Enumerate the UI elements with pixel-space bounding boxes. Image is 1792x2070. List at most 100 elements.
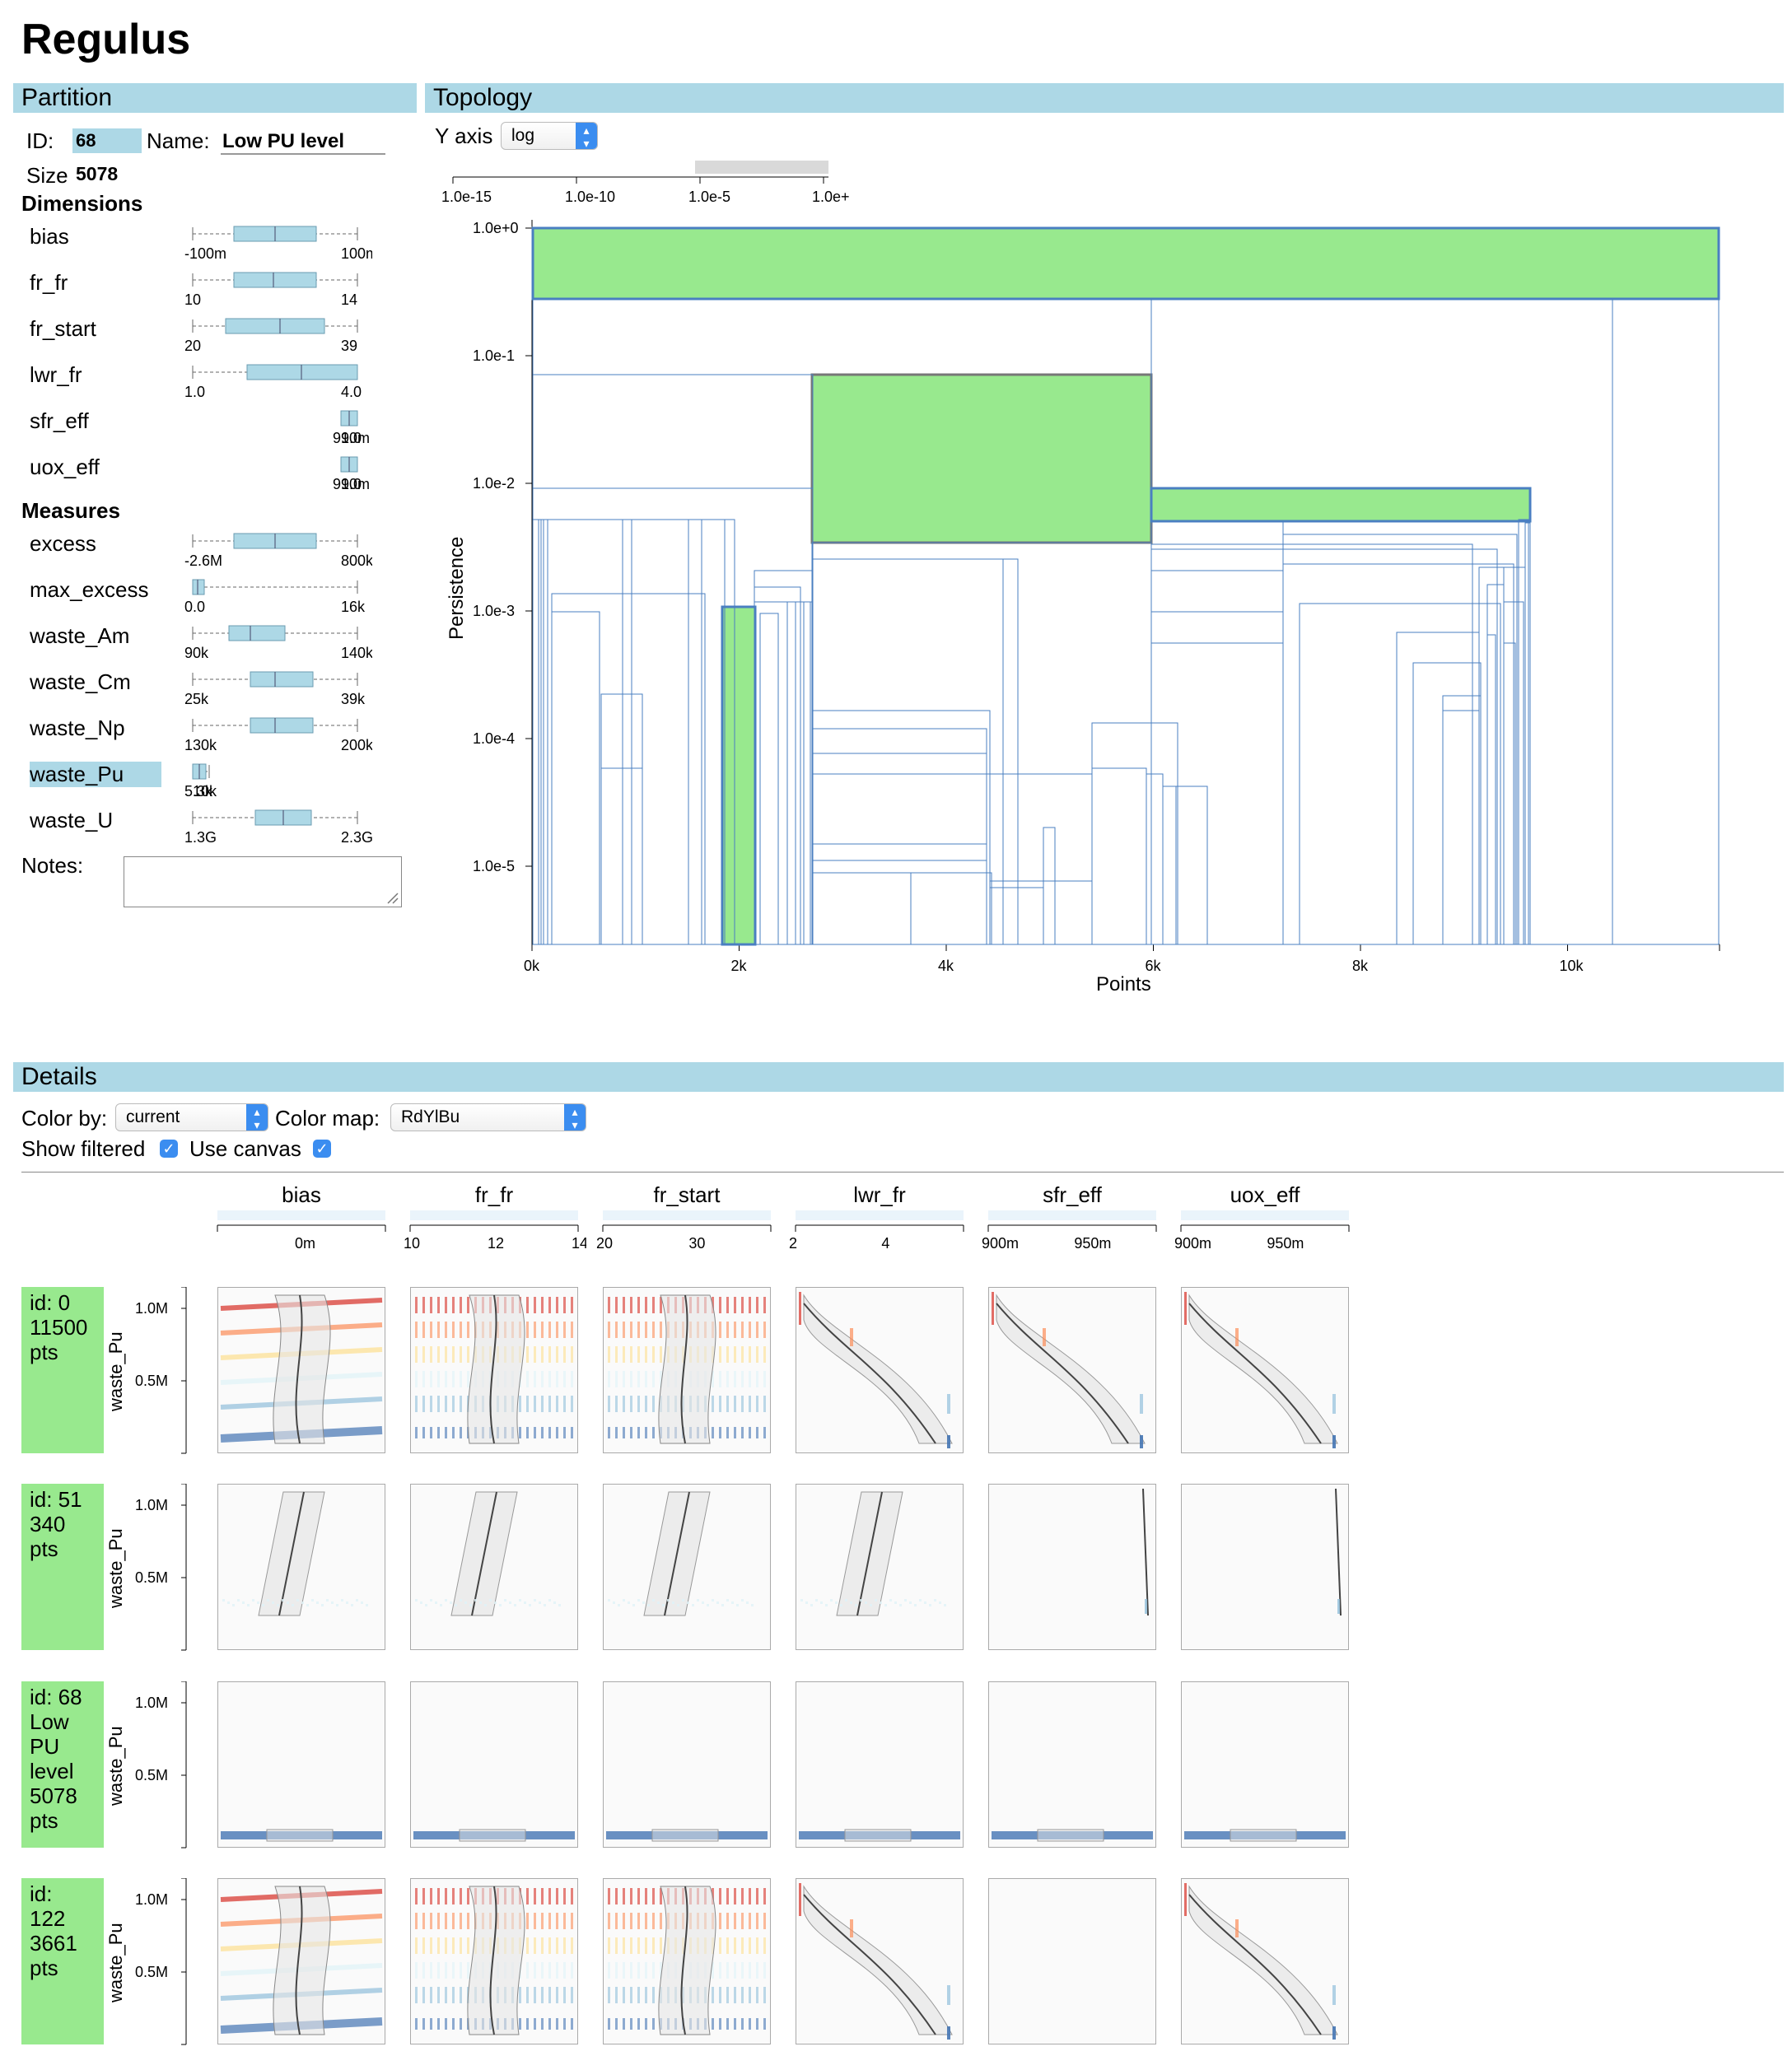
scatter-plot[interactable] [603,1287,771,1453]
color-map-select[interactable]: RdYlBu ▴ ▾ [390,1103,586,1131]
column-header-uox_eff[interactable]: uox_eff [1181,1182,1349,1208]
partition-node [1150,642,1284,945]
range-min-label: 25k [184,691,209,707]
scatter-plot[interactable] [796,1878,964,2044]
scatter-plot[interactable] [988,1287,1156,1453]
name-field[interactable]: Low PU level [221,128,385,155]
partition-row-label-line: Low [30,1709,69,1734]
scatter-plot[interactable] [410,1878,578,2044]
select-arrows-icon: ▴ ▾ [564,1104,586,1131]
partition-row-label[interactable]: id: 68 Low PU level 5078 pts [21,1681,104,1848]
scatter-plot[interactable] [1181,1878,1349,2044]
partition-node [1091,767,1147,945]
scatter-plot[interactable] [410,1681,578,1848]
partition-node [759,613,779,945]
partition-node [532,374,814,945]
partition-node [1282,534,1518,945]
notes-textarea[interactable] [124,856,402,907]
x-tick-label: 8k [1352,958,1369,974]
partition-node [600,693,643,945]
row-y-tick-label: 0.5M [135,1964,168,1980]
partition-node [1175,786,1208,945]
row-y-tick-label: 1.0M [135,1497,168,1513]
scatter-plot[interactable] [217,1287,385,1453]
partition-node [1146,773,1164,945]
scatter-plot[interactable] [796,1287,964,1453]
partition-row-label[interactable]: id: 0 11500 pts [21,1287,104,1453]
boxplot-waste_Am: 90k 140k [184,625,372,661]
partition-row-label[interactable]: id: 51 340 pts [21,1484,104,1650]
notes-label: Notes: [21,853,84,878]
partition-node [1150,611,1284,945]
y-tick-label: 1.0e-3 [473,603,515,619]
range-min-label: 10 [184,291,201,308]
y-axis-select-value: log [511,126,535,145]
partition-node [811,872,912,945]
scatter-plot[interactable] [217,1681,385,1848]
topology-plot[interactable]: 1.0e-15 1.0e-10 1.0e-5 1.0e+ 1.0e+0 1.0e-1 1.0… [425,152,1776,1017]
resize-grip-icon[interactable] [383,888,399,905]
range-min-label: 1.3G [184,829,217,846]
partition-node [600,767,643,945]
scatter-plot[interactable] [796,1484,964,1650]
boxplot-waste_Cm: 25k 39k [184,671,366,707]
boxplot-uox_eff: 990m1.0 [333,456,370,492]
details-divider [21,1172,1784,1173]
row-y-tick-label: 0.5M [135,1569,168,1586]
y-tick-label: 1.0e-1 [473,347,515,364]
row-y-axis: 1.0M 0.5M waste_Pu [105,1878,187,2045]
scatter-plot[interactable] [217,1484,385,1650]
label-waste_Am: waste_Am [30,623,130,648]
range-max-label: 16k [341,599,366,615]
column-header-lwr_fr[interactable]: lwr_fr [796,1182,964,1208]
color-by-select-value: current [126,1107,180,1126]
column-header-fr_start[interactable]: fr_start [603,1182,771,1208]
scatter-plot[interactable] [217,1878,385,2044]
partition-row-label-line: pts [30,1536,58,1561]
scatter-plot[interactable] [603,1878,771,2044]
scatter-plot[interactable] [410,1484,578,1650]
scatter-plot[interactable] [988,1681,1156,1848]
use-canvas-checkbox[interactable]: ✓ [313,1140,331,1158]
x-tick-label: 0k [524,958,540,974]
column-tick-label: 950m [1074,1235,1111,1252]
partition-row-label-line: pts [30,1340,58,1364]
row-y-tick-label: 1.0M [135,1695,168,1711]
scatter-plot[interactable] [796,1681,964,1848]
id-field[interactable]: 68 [72,128,142,153]
name-label: Name: [147,128,210,153]
partition-node [989,773,1093,945]
partition-row-label[interactable]: id: 122 3661 pts [21,1878,104,2044]
column-axis-fr_start: 20 30 [596,1224,772,1252]
scatter-plot[interactable] [410,1287,578,1453]
column-tick-label: 10 [404,1235,420,1252]
column-header-sfr_eff[interactable]: sfr_eff [988,1182,1156,1208]
boxplot-bias: -100m 100m [184,226,372,262]
details-header: Details [13,1062,1784,1092]
row-y-tick-label: 1.0M [135,1300,168,1317]
scatter-plot[interactable] [1181,1484,1349,1650]
row-y-tick-label: 0.5M [135,1767,168,1783]
partition-row-label-line: 11500 [30,1315,88,1340]
use-canvas-label: Use canvas [189,1136,301,1161]
scatter-plot[interactable] [1181,1681,1349,1848]
row-y-axis: 1.0M 0.5M waste_Pu [105,1681,187,1849]
partition-row-label-line: pts [30,1808,58,1833]
column-header-bias[interactable]: bias [217,1182,385,1208]
scatter-plot[interactable] [1181,1287,1349,1453]
persistence-slider: 1.0e-15 1.0e-10 1.0e-5 1.0e+ [441,161,850,205]
range-min-label: 90k [184,645,209,661]
column-tick-label: 950m [1267,1235,1304,1252]
color-by-select[interactable]: current ▴ ▾ [115,1103,268,1131]
show-filtered-checkbox[interactable]: ✓ [160,1140,178,1158]
scatter-plot[interactable] [988,1484,1156,1650]
column-header-fr_fr[interactable]: fr_fr [410,1182,578,1208]
color-by-label: Color by: [21,1106,108,1131]
scatter-plot[interactable] [603,1681,771,1848]
y-tick-label: 1.0e+0 [473,220,519,236]
scatter-plot[interactable] [988,1878,1156,2044]
scatter-plot[interactable] [603,1484,771,1650]
y-axis-select[interactable]: log ▴ ▾ [501,122,598,150]
partition-node-selected [721,605,757,946]
partition-node [989,887,1044,945]
